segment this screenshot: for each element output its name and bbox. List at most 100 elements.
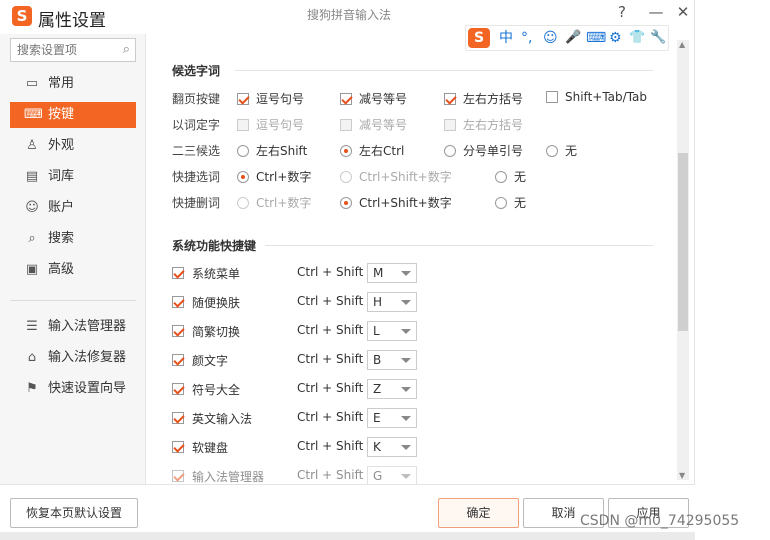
checkbox[interactable] <box>237 93 249 105</box>
hotkey-key-select[interactable]: M <box>367 263 417 283</box>
hotkey-row-trad-simp: 简繁切换 Ctrl + Shift + L <box>172 321 432 341</box>
hotkey-key-select[interactable]: Z <box>367 379 417 399</box>
second-third-shift[interactable]: 左右Shift <box>237 142 307 159</box>
select-value: G <box>373 469 383 483</box>
chevron-down-icon <box>401 271 411 276</box>
hotkey-row-soft-keyboard: 软键盘 Ctrl + Shift + K <box>172 437 432 457</box>
quick-select-label: 快捷选词 <box>172 170 221 184</box>
hotkey-modifier: Ctrl + Shift + <box>297 265 378 279</box>
checkbox[interactable] <box>340 93 352 105</box>
page-keys-shift-tab[interactable]: Shift+Tab/Tab <box>546 90 647 104</box>
select-value: B <box>373 353 382 367</box>
scroll-thumb[interactable] <box>678 153 688 331</box>
hotkey-key-select[interactable]: G <box>367 466 417 484</box>
quick-select-none[interactable]: 无 <box>495 168 526 185</box>
ime-status-bar[interactable]: S 中 °, ☺ 🎤 ⌨ ⚙ 👕 🔧 <box>465 25 669 51</box>
word-select-comma-period: 逗号句号 <box>237 116 304 133</box>
hotkey-key-select[interactable]: L <box>367 321 417 341</box>
page-keys-comma-period[interactable]: 逗号句号 <box>237 90 304 107</box>
radio[interactable] <box>495 197 507 209</box>
scroll-down-arrow-icon[interactable]: ▼ <box>679 471 685 480</box>
quick-delete-none[interactable]: 无 <box>495 194 526 211</box>
sidebar-item-advanced[interactable]: ▣ 高级 <box>10 257 136 283</box>
second-third-none[interactable]: 无 <box>546 142 577 159</box>
radio[interactable] <box>237 145 249 157</box>
checkbox[interactable] <box>444 93 456 105</box>
minimize-button[interactable]: — <box>645 3 667 21</box>
hotkey-name: 英文输入法 <box>192 412 253 426</box>
option-label: Shift+Tab/Tab <box>565 90 648 104</box>
scroll-up-arrow-icon[interactable]: ▲ <box>679 40 685 49</box>
second-third-ctrl[interactable]: 左右Ctrl <box>340 142 404 159</box>
hotkey-key-select[interactable]: H <box>367 292 417 312</box>
second-third-semicolon[interactable]: 分号单引号 <box>444 142 523 159</box>
checkbox[interactable] <box>172 412 184 424</box>
hotkey-modifier: Ctrl + Shift + <box>297 323 378 337</box>
chevron-down-icon <box>401 387 411 392</box>
chevron-down-icon <box>401 445 411 450</box>
sidebar-item-setup-wizard[interactable]: ⚑ 快速设置向导 <box>10 376 136 402</box>
sidebar-item-ime-repair[interactable]: ⌂ 输入法修复器 <box>10 345 136 371</box>
sidebar-item-keys[interactable]: ⌨ 按键 <box>10 102 136 128</box>
sidebar-item-ime-manager[interactable]: ☰ 输入法管理器 <box>10 314 136 340</box>
quick-delete-ctrl-shift-num[interactable]: Ctrl+Shift+数字 <box>340 194 452 211</box>
sidebar-item-account[interactable]: ☺ 账户 <box>10 195 136 221</box>
punctuation-icon[interactable]: °, <box>521 29 532 47</box>
radio[interactable] <box>546 145 558 157</box>
window-title: 属性设置 <box>38 11 106 31</box>
skin-icon[interactable]: 👕 <box>629 29 645 47</box>
word-select-label: 以词定字 <box>172 118 221 132</box>
emoji-icon[interactable]: ☺ <box>543 29 558 47</box>
sidebar-item-lexicon[interactable]: ▤ 词库 <box>10 164 136 190</box>
hotkey-key-select[interactable]: K <box>367 437 417 457</box>
chevron-down-icon <box>401 474 411 479</box>
chevron-down-icon <box>401 358 411 363</box>
keyboard-icon[interactable]: ⌨ <box>586 29 606 47</box>
checkbox[interactable] <box>172 354 184 366</box>
content-scrollbar[interactable]: ▲ ▼ <box>677 40 689 480</box>
hotkey-key-select[interactable]: E <box>367 408 417 428</box>
radio[interactable] <box>444 145 456 157</box>
checkbox[interactable] <box>172 296 184 308</box>
checkbox[interactable] <box>172 267 184 279</box>
ime-logo-icon[interactable]: S <box>468 28 490 48</box>
radio[interactable] <box>495 171 507 183</box>
option-label: 减号等号 <box>359 92 408 106</box>
sidebar-item-label: 输入法管理器 <box>48 319 127 334</box>
radio <box>340 171 352 183</box>
hotkeys-section-title: 系统功能快捷键 <box>172 239 257 253</box>
help-button[interactable]: ? <box>611 3 633 21</box>
checkbox[interactable] <box>172 470 184 482</box>
checkbox[interactable] <box>172 441 184 453</box>
chinese-mode-icon[interactable]: 中 <box>499 29 513 47</box>
quick-select-ctrl-num[interactable]: Ctrl+数字 <box>237 168 311 185</box>
hotkey-name: 简繁切换 <box>192 325 241 339</box>
radio[interactable] <box>340 145 352 157</box>
toolbox-icon[interactable]: ⚙ <box>609 29 622 47</box>
close-button[interactable]: ✕ <box>672 3 694 21</box>
settings-icon[interactable]: 🔧 <box>650 29 666 47</box>
select-value: E <box>373 411 381 425</box>
app-title: 搜狗拼音输入法 <box>307 8 392 22</box>
shirt-icon: ♙ <box>26 138 38 153</box>
sidebar-item-label: 词库 <box>48 169 75 184</box>
page-keys-minus-equal[interactable]: 减号等号 <box>340 90 407 107</box>
search-icon[interactable]: ⌕ <box>123 42 130 57</box>
voice-icon[interactable]: 🎤 <box>565 29 581 47</box>
checkbox[interactable] <box>172 325 184 337</box>
radio[interactable] <box>340 197 352 209</box>
hotkey-key-select[interactable]: B <box>367 350 417 370</box>
radio[interactable] <box>237 171 249 183</box>
ok-button[interactable]: 确定 <box>438 498 519 528</box>
page-keys-brackets[interactable]: 左右方括号 <box>444 90 523 107</box>
search-box[interactable]: ⌕ <box>10 38 136 62</box>
list-icon: ☰ <box>26 319 38 334</box>
sidebar-item-appearance[interactable]: ♙ 外观 <box>10 133 136 159</box>
checkbox[interactable] <box>172 383 184 395</box>
sidebar-item-search[interactable]: ⌕ 搜索 <box>10 226 136 252</box>
search-input[interactable] <box>11 39 111 61</box>
sidebar-item-common[interactable]: ▭ 常用 <box>10 71 136 97</box>
checkbox[interactable] <box>546 91 558 103</box>
option-label: 逗号句号 <box>256 92 305 106</box>
reset-defaults-button[interactable]: 恢复本页默认设置 <box>10 498 138 528</box>
